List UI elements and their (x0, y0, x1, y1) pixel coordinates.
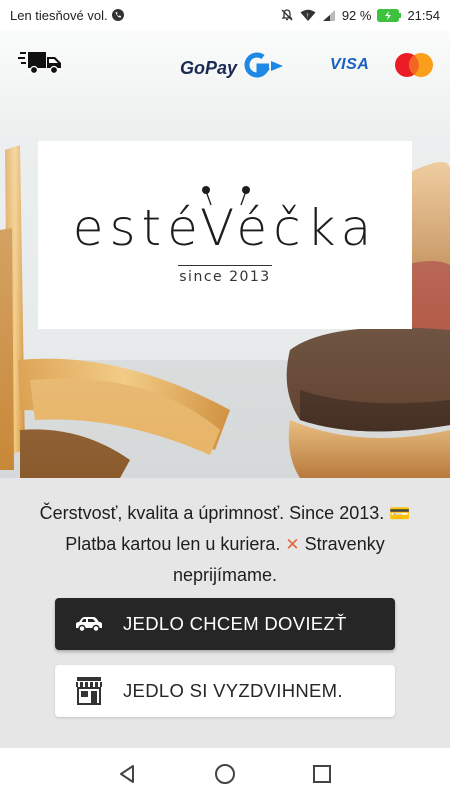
pickup-button-label: JEDLO SI VYZDVIHNEM. (123, 680, 343, 701)
delivery-button[interactable]: JEDLO CHCEM DOVIEZŤ (55, 598, 395, 650)
android-nav-bar (0, 748, 450, 800)
mastercard-logo (393, 52, 435, 78)
bottom-panel: Čerstvosť, kvalita a úprimnosť. Since 20… (0, 478, 450, 748)
tagline-line2b: Stravenky (304, 534, 385, 554)
store-icon (55, 676, 123, 706)
top-icons-row: GoPay VISA (0, 30, 450, 100)
home-icon[interactable] (205, 754, 245, 794)
clock: 21:54 (407, 7, 440, 23)
tagline-line3: neprijímame. (172, 565, 278, 585)
gopay-label: GoPay (180, 58, 238, 78)
brand-wordmark: estéVéčka (72, 199, 378, 257)
credit-card-icon: 💳 (389, 504, 411, 524)
carrier-text: Len tiesňové vol. (10, 7, 108, 23)
brand-since: since 2013 (179, 269, 271, 285)
visa-logo: VISA (330, 56, 370, 73)
wifi-icon: ? (300, 9, 316, 22)
gopay-logo: GoPay (180, 52, 285, 85)
delivery-truck-icon (18, 50, 62, 81)
brand-logo-card: estéVéčka since 2013 (38, 141, 412, 329)
tagline-text: Čerstvosť, kvalita a úprimnosť. Since 20… (14, 498, 436, 590)
back-icon[interactable] (108, 754, 148, 794)
logo-divider (178, 265, 272, 266)
pickup-button[interactable]: JEDLO SI VYZDVIHNEM. (55, 665, 395, 717)
delivery-button-label: JEDLO CHCEM DOVIEZŤ (123, 613, 347, 634)
status-bar: Len tiesňové vol. ? 92 % 21:54 (0, 0, 450, 30)
status-left: Len tiesňové vol. (10, 8, 124, 23)
battery-percent: 92 % (341, 7, 372, 23)
svg-text:?: ? (306, 13, 309, 19)
cross-mark-icon: ✕ (285, 535, 300, 555)
recents-icon[interactable] (302, 754, 342, 794)
car-icon (55, 616, 123, 632)
hero-banner: GoPay VISA estéVéčka since 2013 (0, 30, 450, 478)
gopay-g-icon (239, 52, 285, 85)
phone-icon (111, 9, 124, 21)
mute-icon (280, 8, 294, 22)
battery-icon (377, 8, 402, 22)
tagline-line2: Platba kartou len u kuriera. (65, 534, 281, 554)
status-right: ? 92 % 21:54 (280, 8, 440, 23)
signal-icon (322, 9, 336, 22)
tagline-line1: Čerstvosť, kvalita a úprimnosť. Since 20… (39, 503, 385, 523)
